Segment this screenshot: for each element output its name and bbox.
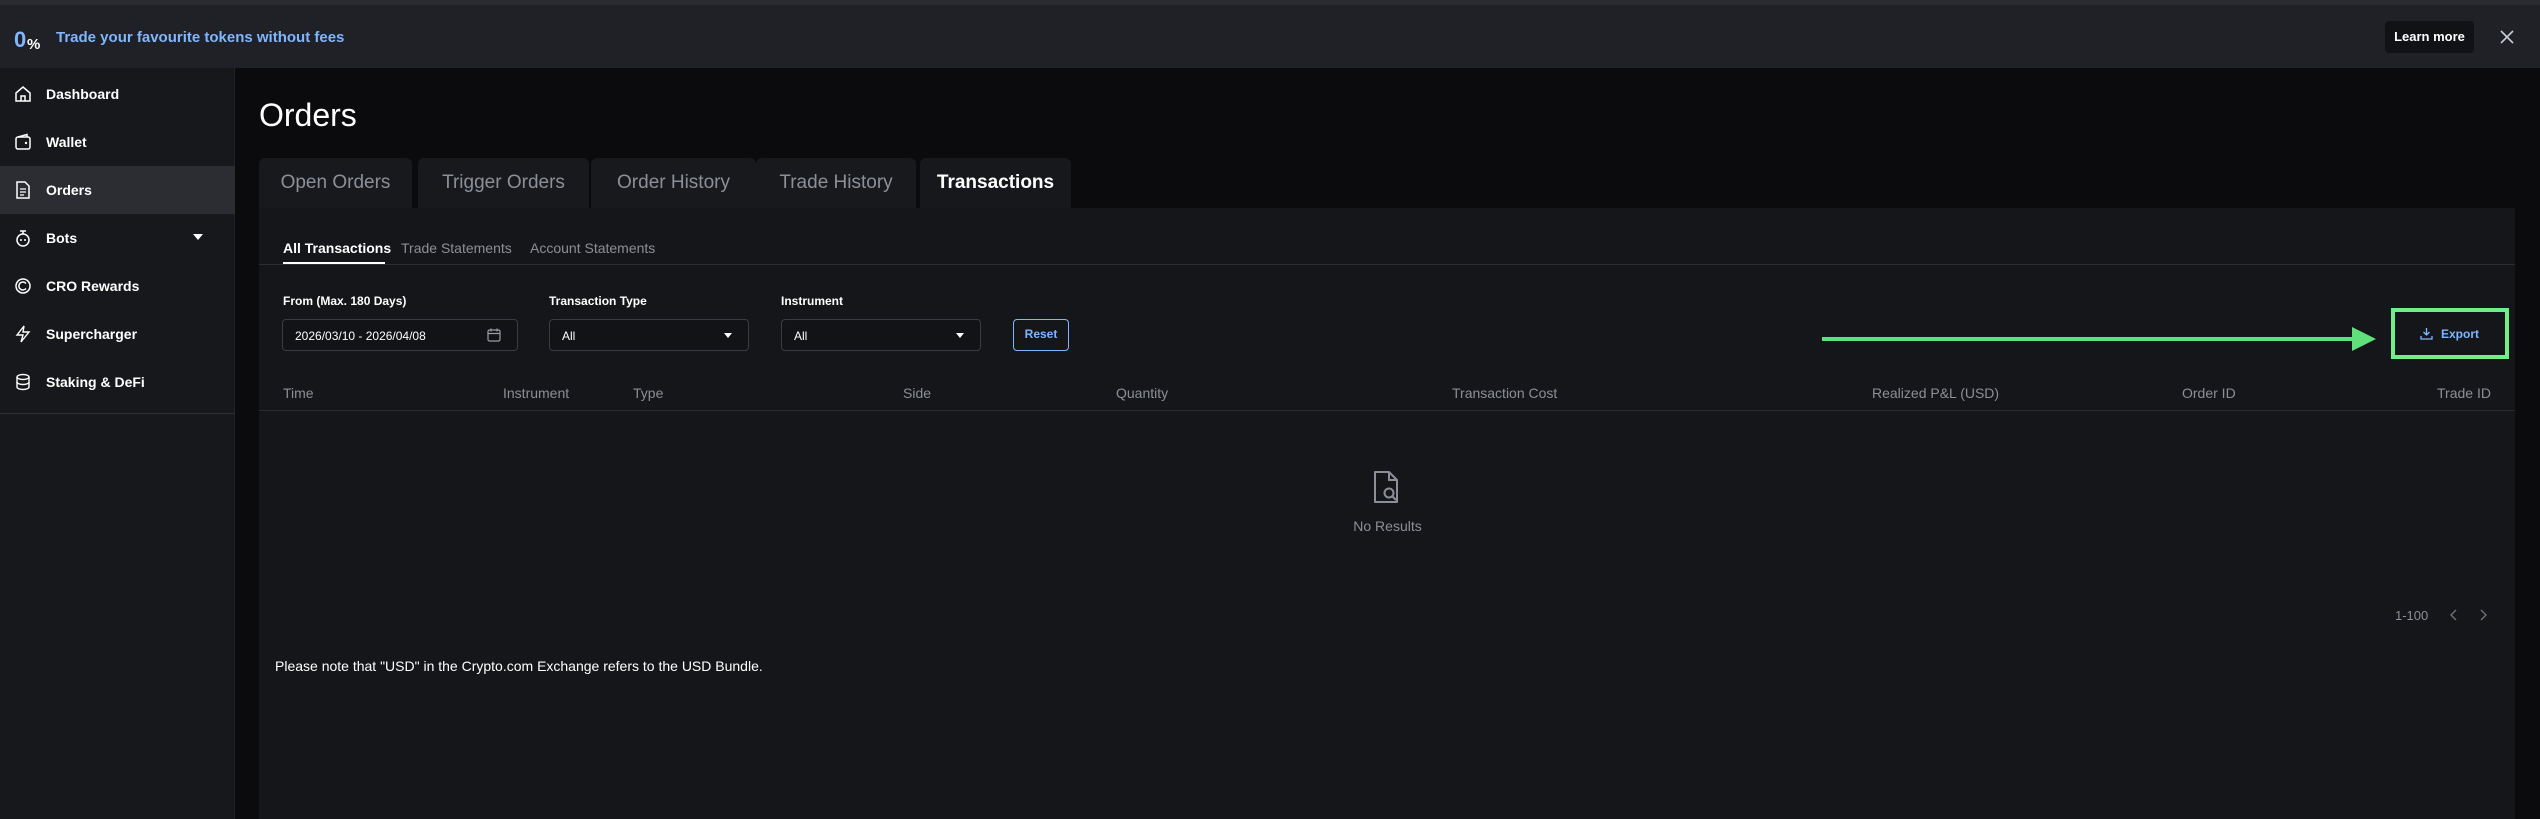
- column-header-type: Type: [633, 385, 664, 401]
- annotation-arrow-shaft: [1822, 337, 2357, 341]
- download-icon: [2420, 328, 2433, 340]
- sidebar-divider: [0, 413, 235, 414]
- pagination-range: 1-100: [2395, 608, 2429, 623]
- calendar-icon: [487, 328, 501, 342]
- instrument-label: Instrument: [781, 294, 844, 308]
- zero-fee-logo-icon: 0 %: [14, 27, 40, 53]
- svg-text:0: 0: [14, 27, 26, 52]
- sidebar-item-cro-rewards[interactable]: CRO Rewards: [0, 262, 235, 310]
- sidebar-item-label: Staking & DeFi: [46, 374, 145, 390]
- sidebar-item-label: Orders: [46, 182, 92, 198]
- transaction-type-value: All: [562, 329, 576, 343]
- date-range-label: From (Max. 180 Days): [283, 294, 407, 308]
- tab-trigger-orders[interactable]: Trigger Orders: [418, 158, 589, 208]
- rewards-icon: [15, 278, 31, 294]
- subtab-all-transactions[interactable]: All Transactions: [283, 240, 391, 256]
- usd-bundle-footnote: Please note that "USD" in the Crypto.com…: [275, 658, 763, 674]
- promo-banner: 0 % Trade your favourite tokens without …: [0, 5, 2540, 68]
- column-header-side: Side: [903, 385, 932, 401]
- subtab-divider: [259, 264, 2515, 265]
- bot-icon: [16, 230, 30, 247]
- chevron-down-icon: [956, 333, 964, 338]
- instrument-select[interactable]: All: [781, 319, 981, 351]
- page-title: Orders: [259, 97, 357, 133]
- sidebar-item-label: Supercharger: [46, 326, 138, 342]
- empty-state-text: No Results: [1353, 518, 1422, 534]
- subtab-account-statements[interactable]: Account Statements: [530, 240, 655, 256]
- document-icon: [16, 181, 30, 199]
- column-header-order-id: Order ID: [2182, 385, 2236, 401]
- wallet-icon: [15, 133, 31, 150]
- sidebar-item-label: CRO Rewards: [46, 278, 140, 294]
- sidebar-item-label: Dashboard: [46, 86, 120, 102]
- date-range-picker[interactable]: 2026/03/10 - 2026/04/08: [282, 319, 518, 351]
- lightning-icon: [15, 325, 31, 343]
- svg-text:%: %: [27, 36, 40, 53]
- column-header-trade-id: Trade ID: [2437, 385, 2491, 401]
- column-header-instrument: Instrument: [503, 385, 570, 401]
- table-header-divider: [259, 410, 2515, 411]
- sidebar-item-orders[interactable]: Orders: [0, 166, 235, 214]
- tab-open-orders[interactable]: Open Orders: [259, 158, 412, 208]
- export-label: Export: [2441, 327, 2480, 341]
- export-button[interactable]: Export: [2399, 316, 2501, 351]
- sidebar-item-dashboard[interactable]: Dashboard: [0, 70, 235, 118]
- subtab-trade-statements[interactable]: Trade Statements: [401, 240, 512, 256]
- close-icon[interactable]: [2499, 29, 2515, 45]
- sidebar: Dashboard Wallet Orders Bots CRO Rewards…: [0, 68, 235, 819]
- sidebar-item-label: Bots: [46, 230, 78, 246]
- date-range-value: 2026/03/10 - 2026/04/08: [295, 329, 426, 343]
- learn-more-button[interactable]: Learn more: [2385, 21, 2474, 53]
- tab-transactions[interactable]: Transactions: [920, 158, 1071, 208]
- chevron-down-icon: [724, 333, 732, 338]
- sidebar-item-staking-defi[interactable]: Staking & DeFi: [0, 358, 235, 406]
- sidebar-item-bots[interactable]: Bots: [0, 214, 235, 262]
- transaction-type-label: Transaction Type: [549, 294, 647, 308]
- column-header-realized-pnl: Realized P&L (USD): [1872, 385, 2000, 401]
- chevron-right-icon[interactable]: [2476, 607, 2490, 623]
- chevron-left-icon[interactable]: [2447, 607, 2461, 623]
- reset-button[interactable]: Reset: [1013, 319, 1069, 351]
- no-results-document-icon: [1374, 471, 1398, 503]
- sidebar-item-label: Wallet: [46, 134, 87, 150]
- chevron-down-icon[interactable]: [193, 234, 203, 240]
- sidebar-item-wallet[interactable]: Wallet: [0, 118, 235, 166]
- coins-icon: [16, 373, 30, 391]
- tab-trade-history[interactable]: Trade History: [756, 158, 916, 208]
- column-header-quantity: Quantity: [1116, 385, 1169, 401]
- sidebar-item-supercharger[interactable]: Supercharger: [0, 310, 235, 358]
- tab-order-history[interactable]: Order History: [591, 158, 756, 208]
- column-header-time: Time: [283, 385, 314, 401]
- column-header-transaction-cost: Transaction Cost: [1452, 385, 1558, 401]
- home-icon: [15, 86, 31, 102]
- transaction-type-select[interactable]: All: [549, 319, 749, 351]
- instrument-value: All: [794, 329, 808, 343]
- annotation-arrow-head-icon: [2352, 327, 2376, 351]
- banner-message: Trade your favourite tokens without fees: [56, 29, 345, 46]
